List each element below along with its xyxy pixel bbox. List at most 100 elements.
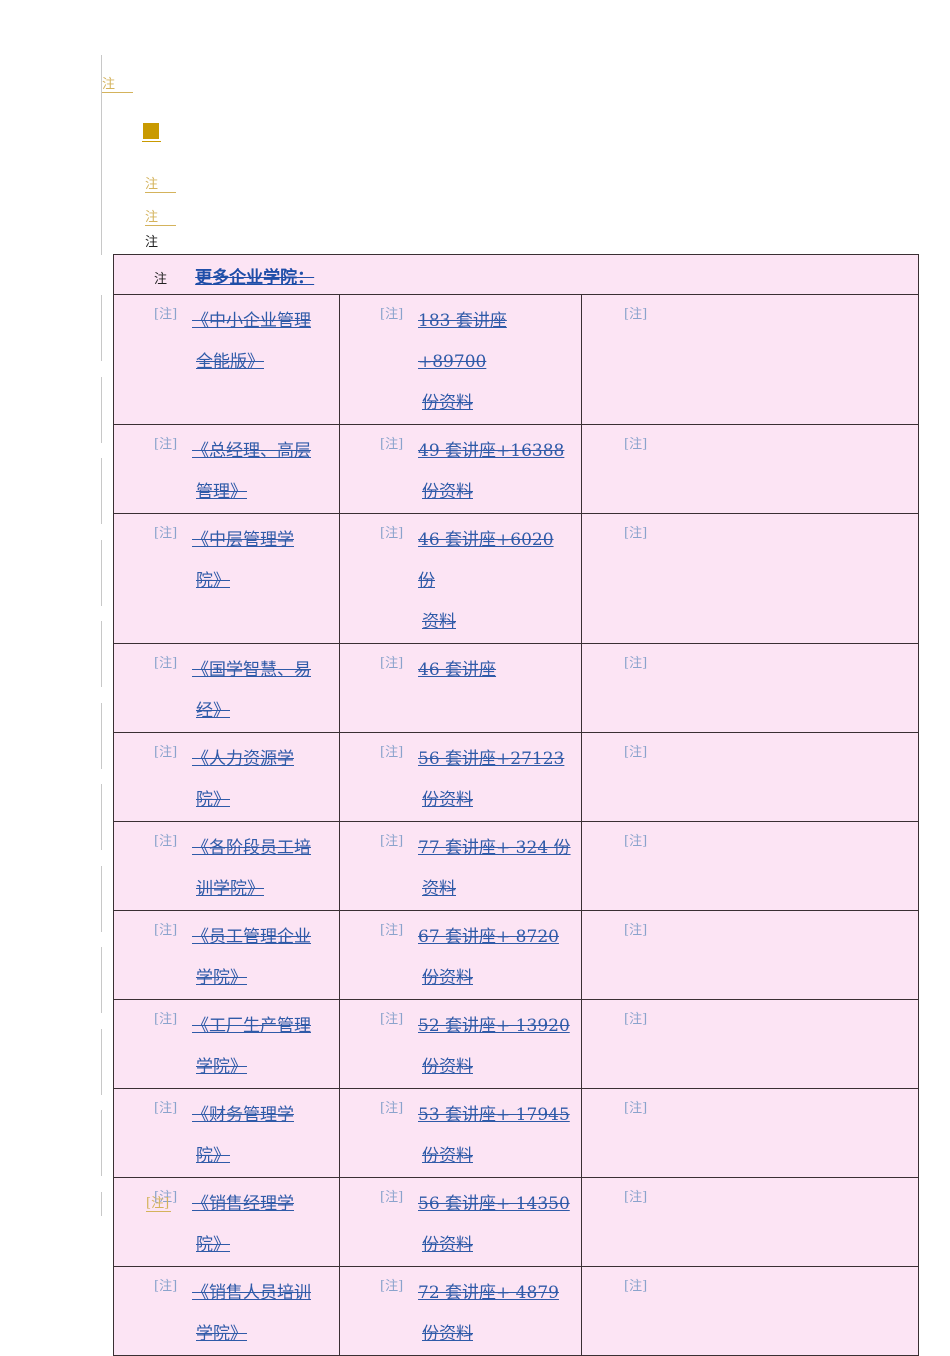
footer-annotation-link[interactable]: [注]	[146, 1197, 172, 1212]
note-cell: [注]	[581, 821, 919, 911]
annotation-ref[interactable]: [注]	[380, 303, 403, 322]
title-line-2: 经》	[196, 701, 230, 721]
title-line-2: 训学院》	[196, 879, 264, 899]
annotation-ref[interactable]: [注]	[582, 911, 918, 938]
annotation-ref[interactable]: [注]	[380, 1186, 403, 1205]
margin-revision-bar	[101, 866, 102, 932]
title-line-1: 《财务管理学	[192, 1105, 294, 1125]
table-row: [注] 《国学智慧、易 经》 [注] 46 套讲座 [注]	[113, 643, 919, 733]
college-title-link[interactable]: 《工厂生产管理 学院》	[192, 1006, 329, 1088]
annotation-ref[interactable]: [注]	[380, 741, 403, 760]
annotation-ref[interactable]: [注]	[154, 830, 177, 849]
title-line-1: 《国学智慧、易	[192, 660, 311, 680]
college-detail-link[interactable]: 72 套讲座+ 4879 份资料	[418, 1273, 571, 1355]
annotation-ref[interactable]: [注]	[582, 1089, 918, 1116]
annotation-ref[interactable]: [注]	[154, 741, 177, 760]
college-detail-link[interactable]: 46 套讲座+6020 份 资料	[418, 520, 571, 643]
annotation-ref[interactable]: [注]	[154, 919, 177, 938]
more-colleges-link[interactable]: 更多企业学院：	[195, 268, 328, 288]
college-detail-link[interactable]: 183 套讲座+89700 份资料	[418, 301, 571, 424]
college-title-link[interactable]: 《财务管理学 院》	[192, 1095, 329, 1177]
annotation-ref[interactable]: [注]	[582, 822, 918, 849]
detail-line-1: 49 套讲座+16388	[418, 441, 565, 461]
college-detail-link[interactable]: 46 套讲座	[418, 650, 571, 732]
annotation-ref[interactable]: [注]	[582, 295, 918, 322]
annotation-ref[interactable]: [注]	[154, 433, 177, 452]
detail-line-2: 资料	[422, 612, 456, 632]
college-title-link[interactable]: 《各阶段员工培 训学院》	[192, 828, 329, 910]
college-detail-link[interactable]: 53 套讲座+ 17945 份资料	[418, 1095, 571, 1177]
annotation-ref[interactable]: [注]	[380, 1275, 403, 1294]
detail-line-1: 46 套讲座	[418, 660, 497, 680]
title-line-2: 院》	[196, 571, 230, 591]
detail-line-2: 资料	[422, 879, 456, 899]
annotation-ref[interactable]: [注]	[380, 919, 403, 938]
note-cell: [注]	[581, 999, 919, 1089]
detail-line-2: 份资料	[422, 790, 473, 810]
annotation-ref[interactable]: [注]	[582, 644, 918, 671]
annotation-ref[interactable]: [注]	[582, 1267, 918, 1294]
note-cell: [注]	[581, 643, 919, 733]
table-row: [注] 《各阶段员工培 训学院》 [注] 77 套讲座+ 324 份 资料 [注…	[113, 821, 919, 911]
note-cell: [注]	[581, 424, 919, 514]
margin-revision-bar	[101, 1029, 102, 1095]
college-title-link[interactable]: 《销售人员培训 学院》	[192, 1273, 329, 1355]
table-row: [注] 《中层管理学 院》 [注] 46 套讲座+6020 份 资料 [注]	[113, 513, 919, 644]
annotation-ref[interactable]: [注]	[582, 733, 918, 760]
title-line-1: 《人力资源学	[192, 749, 294, 769]
college-title-link[interactable]: 《销售经理学 院》	[192, 1184, 329, 1266]
college-title-link[interactable]: 《员工管理企业 学院》	[192, 917, 329, 999]
annotation-ref[interactable]: [注]	[380, 830, 403, 849]
college-title-link[interactable]: 《中小企业管理 全能版》	[192, 301, 329, 383]
title-line-2: 学院》	[196, 1324, 247, 1344]
title-cell: [注] 《中层管理学 院》	[113, 513, 340, 644]
college-title-link[interactable]: 《中层管理学 院》	[192, 520, 329, 602]
annotation-ref[interactable]: [注]	[380, 1097, 403, 1116]
annotation-ref[interactable]: [注]	[582, 1000, 918, 1027]
note-cell: [注]	[581, 732, 919, 822]
annotation-ref[interactable]: [注]	[582, 1178, 918, 1205]
college-detail-link[interactable]: 56 套讲座+ 14350 份资料	[418, 1184, 571, 1266]
title-line-2: 管理》	[196, 482, 247, 502]
bullet-square-icon	[143, 123, 159, 139]
annotation-ref[interactable]: [注]	[154, 652, 177, 671]
college-detail-link[interactable]: 49 套讲座+16388 份资料	[418, 431, 571, 513]
table-header-row: 注 更多企业学院：	[113, 254, 919, 295]
annotation-ref[interactable]: [注]	[154, 1097, 177, 1116]
college-detail-link[interactable]: 56 套讲座+27123 份资料	[418, 739, 571, 821]
annotation-link[interactable]: 注	[145, 178, 177, 193]
table-row: [注] 《财务管理学 院》 [注] 53 套讲座+ 17945 份资料 [注]	[113, 1088, 919, 1178]
note-cell: [注]	[581, 1088, 919, 1178]
detail-line-1: 72 套讲座+ 4879	[418, 1283, 559, 1303]
annotation-ref[interactable]: [注]	[154, 1008, 177, 1027]
title-line-2: 院》	[196, 790, 230, 810]
margin-revision-bar	[101, 1110, 102, 1176]
annotation-ref[interactable]: [注]	[582, 514, 918, 541]
annotation-ref[interactable]: [注]	[154, 522, 177, 541]
annotation-ref[interactable]: [注]	[154, 1275, 177, 1294]
annotation-ref[interactable]: [注]	[582, 425, 918, 452]
annotation-ref[interactable]: [注]	[380, 1008, 403, 1027]
margin-revision-bar	[101, 377, 102, 443]
title-line-1: 《各阶段员工培	[192, 838, 311, 858]
annotation-ref[interactable]: [注]	[380, 433, 403, 452]
annotation-ref[interactable]: [注]	[154, 303, 177, 322]
college-title-link[interactable]: 《国学智慧、易 经》	[192, 650, 329, 732]
college-detail-link[interactable]: 67 套讲座+ 8720 份资料	[418, 917, 571, 999]
college-detail-link[interactable]: 77 套讲座+ 324 份 资料	[418, 828, 571, 910]
margin-revision-bar	[101, 1192, 102, 1216]
title-line-1: 《总经理、高层	[192, 441, 311, 461]
annotation-link[interactable]: 注	[102, 78, 134, 93]
note-cell: [注]	[581, 910, 919, 1000]
detail-cell: [注] 72 套讲座+ 4879 份资料	[339, 1266, 582, 1356]
annotation-ref[interactable]: [注]	[380, 652, 403, 671]
detail-line-2	[418, 701, 422, 721]
annotation-ref[interactable]: [注]	[380, 522, 403, 541]
title-cell: [注] 《总经理、高层 管理》	[113, 424, 340, 514]
detail-line-1: 56 套讲座+27123	[418, 749, 565, 769]
college-title-link[interactable]: 《总经理、高层 管理》	[192, 431, 329, 513]
college-title-link[interactable]: 《人力资源学 院》	[192, 739, 329, 821]
title-line-1: 《中小企业管理	[192, 311, 311, 331]
college-detail-link[interactable]: 52 套讲座+ 13920 份资料	[418, 1006, 571, 1088]
annotation-link[interactable]: 注	[145, 211, 177, 226]
